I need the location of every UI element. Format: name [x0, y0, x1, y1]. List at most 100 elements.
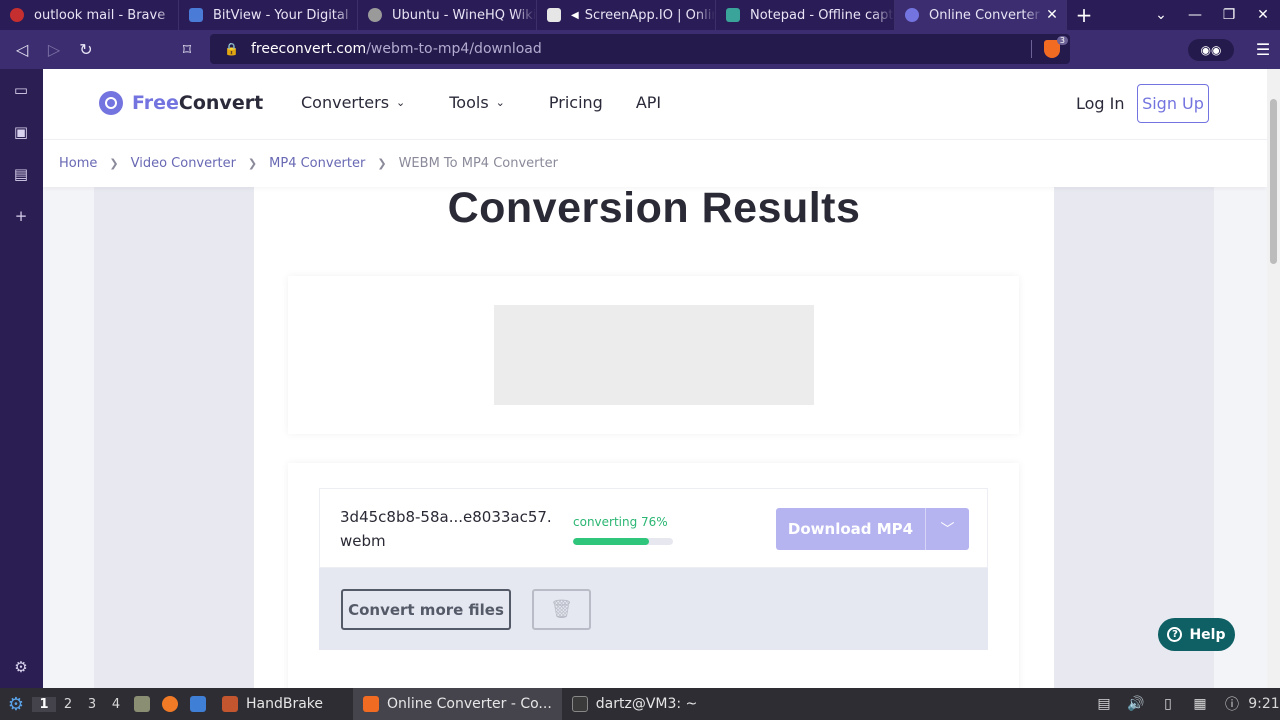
taskbar-app-browser[interactable]: Online Converter - Co...	[353, 688, 562, 720]
shield-count-badge: 3	[1056, 36, 1068, 45]
trash-icon: 🗑	[550, 599, 573, 620]
window-controls: ⌄ — ❐ ✕	[1144, 7, 1280, 23]
scrollbar-thumb[interactable]	[1270, 99, 1277, 264]
close-tab-icon[interactable]: ✕	[1042, 7, 1062, 23]
tab-bitview[interactable]: BitView - Your Digital	[179, 0, 358, 30]
download-label[interactable]: Download MP4	[776, 508, 925, 550]
nav-pricing[interactable]: Pricing	[549, 93, 603, 112]
logo-convert: Convert	[178, 92, 264, 114]
taskbar-app-label: Online Converter - Co...	[387, 696, 552, 712]
taskbar-app-label: dartz@VM3: ~	[595, 696, 698, 712]
signup-button[interactable]: Sign Up	[1137, 84, 1209, 123]
notification-icon[interactable]: ⓘ	[1216, 694, 1248, 714]
speaker-icon[interactable]: ◀	[571, 10, 579, 21]
file-manager-launcher[interactable]	[128, 693, 156, 715]
chevron-right-icon: ❯	[377, 157, 387, 170]
workspace-3[interactable]: 3	[80, 697, 104, 712]
wallet-icon[interactable]: ▣	[12, 123, 30, 141]
nav-tools[interactable]: Tools ⌄	[449, 93, 505, 112]
settings-gear-icon[interactable]: ⚙	[12, 658, 30, 676]
workspace-1[interactable]: 1	[32, 696, 56, 712]
tab-online-converter[interactable]: Online Converter - ✕	[895, 0, 1067, 30]
file-row: 3d45c8b8-58a...e8033ac57.webm converting…	[319, 488, 988, 568]
chevron-down-icon[interactable]: ﹀	[925, 508, 969, 550]
minimize-icon[interactable]: —	[1178, 7, 1212, 23]
help-button[interactable]: ? Help	[1158, 618, 1235, 651]
reload-icon[interactable]: ↻	[70, 40, 102, 59]
firefox-launcher[interactable]	[156, 693, 184, 715]
navigation-bar: ◁ ▷ ↻ ⌑ 🔒 freeconvert.com/webm-to-mp4/do…	[0, 30, 1280, 69]
menu-icon[interactable]: ☰	[1246, 40, 1280, 59]
web-page: Free Convert Converters ⌄ Tools ⌄ Pricing…	[43, 69, 1267, 688]
taskbar-app-terminal[interactable]: dartz@VM3: ~	[562, 688, 708, 720]
chevron-right-icon: ❯	[247, 157, 258, 170]
page-title: Conversion Results	[447, 184, 861, 232]
new-tab-button[interactable]: +	[1067, 3, 1101, 27]
taskbar-app-handbrake[interactable]: HandBrake	[212, 688, 333, 720]
top-navigation: Converters ⌄ Tools ⌄ Pricing API	[301, 93, 694, 112]
forward-icon[interactable]: ▷	[38, 40, 70, 59]
nav-api[interactable]: API	[636, 93, 661, 112]
terminal-icon	[571, 696, 588, 712]
nav-converters[interactable]: Converters ⌄	[301, 93, 405, 112]
brave-icon	[363, 696, 380, 712]
system-tray: ▤ 🔊 ▯ ▦ ⓘ 9:21	[1088, 694, 1280, 714]
network-icon[interactable]: ▦	[1184, 696, 1216, 712]
nav-converters-label: Converters	[301, 93, 390, 112]
convert-more-files-button[interactable]: Convert more files	[341, 589, 511, 630]
login-link[interactable]: Log In	[1076, 94, 1125, 113]
notepad-favicon-icon	[726, 8, 740, 22]
site-header: Free Convert Converters ⌄ Tools ⌄ Pricing…	[43, 69, 1267, 139]
folder-icon	[134, 696, 150, 712]
taskbar-app-label: HandBrake	[246, 696, 324, 712]
breadcrumb-video-converter[interactable]: Video Converter	[131, 156, 236, 171]
tab-list-chevron-icon[interactable]: ⌄	[1144, 7, 1178, 23]
file-actions-bar: Convert more files 🗑	[319, 568, 988, 650]
bitview-favicon-icon	[189, 8, 203, 22]
back-icon[interactable]: ◁	[6, 40, 38, 59]
add-icon[interactable]: +	[12, 207, 30, 225]
breadcrumb-current: WEBM To MP4 Converter	[398, 156, 558, 171]
tab-notepad[interactable]: Notepad - Offline captu	[716, 0, 895, 30]
workspace-4[interactable]: 4	[104, 697, 128, 712]
breadcrumb-home[interactable]: Home	[59, 156, 97, 171]
address-divider	[1031, 40, 1032, 58]
file-name: 3d45c8b8-58a...e8033ac57.webm	[340, 508, 552, 550]
tab-title: Ubuntu - WineHQ Wiki	[392, 7, 536, 23]
logo-free: Free	[132, 92, 179, 114]
clipboard-icon[interactable]: ▯	[1152, 696, 1184, 712]
breadcrumb: Home ❯ Video Converter ❯ MP4 Converter ❯…	[43, 139, 1267, 187]
desktop-launcher[interactable]	[184, 693, 212, 715]
lock-icon[interactable]: 🔒	[224, 42, 239, 56]
freeconvert-logo-icon	[99, 91, 123, 115]
nav-tools-label: Tools	[449, 93, 489, 112]
tray-app-icon[interactable]: ▤	[1088, 696, 1120, 712]
tab-outlook[interactable]: outlook mail - Brave	[0, 0, 179, 30]
tab-winehq[interactable]: Ubuntu - WineHQ Wiki	[358, 0, 537, 30]
video-icon[interactable]: ▭	[12, 81, 30, 99]
delete-button[interactable]: 🗑	[532, 589, 591, 630]
page-scrollbar[interactable]	[1267, 69, 1280, 688]
help-label: Help	[1189, 626, 1226, 643]
start-menu-icon[interactable]: ⚙	[0, 694, 32, 715]
bookmark-icon[interactable]: ⌑	[171, 40, 203, 59]
chevron-right-icon: ❯	[109, 157, 119, 170]
tab-screenapp[interactable]: ◀ ScreenApp.IO | Online	[537, 0, 716, 30]
address-bar[interactable]: 🔒 freeconvert.com/webm-to-mp4/download 3	[210, 34, 1070, 64]
maximize-icon[interactable]: ❐	[1212, 7, 1246, 23]
url-domain: freeconvert.com	[250, 41, 367, 57]
monitor-icon	[547, 8, 561, 22]
download-button[interactable]: Download MP4 ﹀	[776, 508, 969, 550]
close-window-icon[interactable]: ✕	[1246, 7, 1280, 23]
private-glasses-icon[interactable]: ◉◉	[1188, 38, 1234, 61]
workspace-2[interactable]: 2	[56, 697, 80, 712]
firefox-icon	[162, 696, 178, 712]
tab-title: BitView - Your Digital	[213, 7, 349, 23]
breadcrumb-mp4-converter[interactable]: MP4 Converter	[269, 156, 365, 171]
freeconvert-logo[interactable]: Free Convert	[99, 91, 263, 115]
handbrake-icon	[222, 696, 238, 712]
tab-title: Notepad - Offline captu	[750, 7, 894, 23]
results-column: Conversion Results 3d45c8b8-58a...e8033a…	[254, 184, 1054, 688]
reading-list-icon[interactable]: ▤	[12, 165, 30, 183]
volume-icon[interactable]: 🔊	[1120, 696, 1152, 712]
